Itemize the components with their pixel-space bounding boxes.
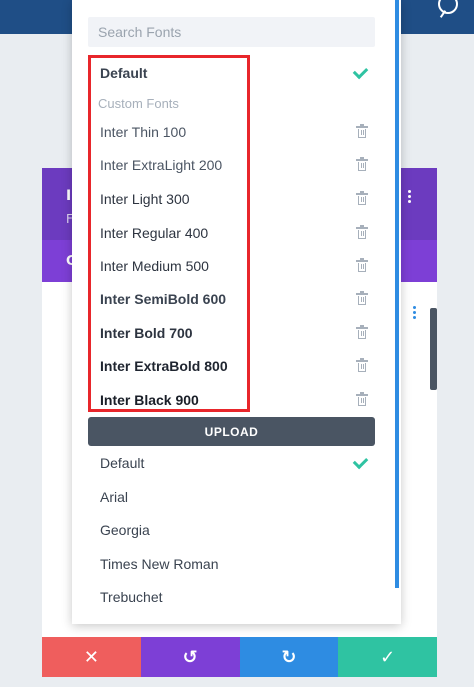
redo-icon: ↻ — [281, 646, 297, 668]
redo-button[interactable]: ↻ — [239, 637, 339, 677]
undo-button[interactable]: ↺ — [140, 637, 240, 677]
font-option-label: Default — [100, 455, 145, 471]
custom-font-option[interactable]: Inter Black 900 — [100, 387, 375, 413]
custom-font-option[interactable]: Inter Thin 100 — [100, 119, 375, 145]
font-option-label: Inter Medium 500 — [100, 258, 209, 274]
trash-icon[interactable] — [356, 225, 368, 239]
trash-icon[interactable] — [356, 191, 368, 205]
font-option[interactable]: Trebuchet — [100, 584, 375, 610]
trash-icon[interactable] — [356, 291, 368, 305]
check-icon — [352, 453, 369, 469]
font-option-label: Trebuchet — [100, 589, 163, 605]
font-option-label: Arial — [100, 489, 129, 505]
font-option[interactable]: Default — [100, 450, 375, 476]
font-option-label: Inter SemiBold 600 — [100, 291, 227, 307]
undo-icon: ↺ — [182, 646, 198, 668]
scrollbar-thumb[interactable] — [430, 308, 437, 390]
custom-font-option[interactable]: Inter Bold 700 — [100, 320, 375, 346]
font-option-label: Inter Light 300 — [100, 191, 190, 207]
custom-font-option[interactable]: Inter SemiBold 600 — [100, 286, 375, 312]
trash-icon[interactable] — [356, 258, 368, 272]
search-icon[interactable] — [438, 0, 458, 14]
trash-icon[interactable] — [356, 325, 368, 339]
more-options-icon[interactable] — [408, 190, 412, 205]
check-icon — [352, 63, 369, 79]
modal-action-bar: ✕ ↺ ↻ ✓ — [42, 637, 437, 677]
font-option-label: Default — [100, 65, 148, 81]
font-option-label: Inter Regular 400 — [100, 225, 209, 241]
font-option-label: Inter Bold 700 — [100, 325, 193, 341]
font-option-label: Inter Black 900 — [100, 392, 199, 408]
row-options-icon[interactable] — [413, 306, 417, 321]
font-option[interactable]: Times New Roman — [100, 551, 375, 577]
trash-icon[interactable] — [356, 124, 368, 138]
trash-icon[interactable] — [356, 358, 368, 372]
discard-button[interactable]: ✕ — [42, 637, 141, 677]
font-option-label: Georgia — [100, 522, 150, 538]
font-option-label: Inter ExtraLight 200 — [100, 157, 223, 173]
close-icon: ✕ — [83, 646, 99, 668]
trash-icon[interactable] — [356, 392, 368, 406]
custom-font-option[interactable]: Inter Medium 500 — [100, 253, 375, 279]
save-button[interactable]: ✓ — [338, 637, 437, 677]
custom-font-option[interactable]: Inter ExtraBold 800 — [100, 353, 375, 379]
font-option[interactable]: Georgia — [100, 517, 375, 543]
builder-title: I — [66, 188, 72, 204]
font-option-label: Inter Thin 100 — [100, 124, 187, 140]
custom-font-option[interactable]: Inter ExtraLight 200 — [100, 152, 375, 178]
search-fonts-input[interactable] — [88, 17, 375, 47]
custom-font-option[interactable]: Inter Regular 400 — [100, 220, 375, 246]
custom-fonts-heading: Custom Fonts — [98, 96, 179, 111]
font-option-label: Times New Roman — [100, 556, 219, 572]
check-icon: ✓ — [380, 646, 396, 668]
custom-font-option[interactable]: Inter Light 300 — [100, 186, 375, 212]
font-option[interactable]: Arial — [100, 484, 375, 510]
font-option-label: Inter ExtraBold 800 — [100, 358, 228, 374]
upload-font-button[interactable]: UPLOAD — [88, 417, 375, 446]
font-option-default[interactable]: Default — [100, 60, 375, 86]
trash-icon[interactable] — [356, 157, 368, 171]
dropdown-scrollbar[interactable] — [395, 0, 399, 588]
